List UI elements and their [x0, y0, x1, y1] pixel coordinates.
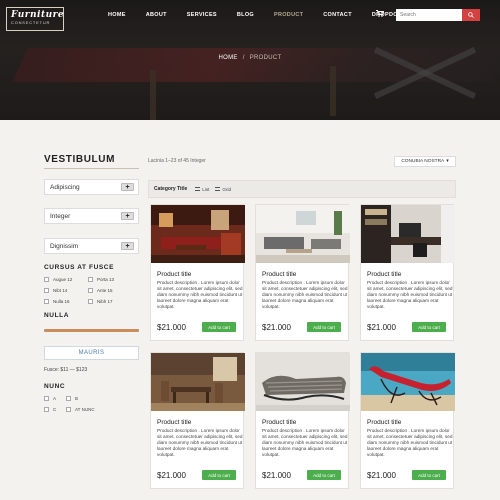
plus-icon[interactable]: +	[121, 242, 134, 250]
accordion-label: Integer	[50, 212, 71, 220]
product-image-office-desk[interactable]	[361, 205, 455, 263]
product-price: $21.000	[157, 471, 186, 480]
checkbox-b[interactable]: B	[66, 396, 126, 401]
hero-banner: Furniture CONSECTETUR HOME ABOUT SERVICE…	[0, 0, 500, 120]
add-to-cart-button[interactable]: Add to cart	[202, 322, 236, 332]
product-title[interactable]: Product title	[157, 271, 191, 278]
chevron-down-icon: ▾	[446, 158, 449, 164]
checkbox-a[interactable]: A	[44, 396, 66, 401]
product-price: $21.000	[367, 323, 396, 332]
sort-label: CONUBIA NOSTRA	[401, 158, 445, 164]
product-card: Product title Product description . Lore…	[150, 204, 245, 341]
product-title[interactable]: Product title	[262, 271, 296, 278]
search-icon	[468, 12, 474, 18]
grid-view-toggle[interactable]: Grid	[215, 187, 231, 192]
accordion-label: Dignissim	[50, 242, 79, 250]
product-image-red-dining-room[interactable]	[151, 205, 245, 263]
checkbox-at-nunc[interactable]: AT NUNC	[66, 407, 126, 412]
list-view-toggle[interactable]: List	[195, 187, 209, 192]
add-to-cart-button[interactable]: Add to cart	[412, 470, 446, 480]
site-logo[interactable]: Furniture CONSECTETUR	[6, 7, 64, 31]
accordion-integer[interactable]: Integer +	[44, 208, 139, 224]
price-range-slider[interactable]	[44, 329, 139, 332]
accordion-dignissim[interactable]: Dignissim +	[44, 238, 139, 254]
product-image-wooden-dining-room[interactable]	[151, 353, 245, 411]
mauris-button[interactable]: MAURIS	[44, 346, 139, 360]
search-input[interactable]	[396, 9, 462, 21]
product-card: Product title Product description . Lore…	[255, 352, 350, 489]
product-title[interactable]: Product title	[157, 419, 191, 426]
plus-icon[interactable]: +	[121, 183, 134, 191]
product-card: Product title Product description . Lore…	[150, 352, 245, 489]
product-card: Product title Product description . Lore…	[360, 352, 455, 489]
price-range-text: Fusce: $11 — $123	[44, 367, 88, 373]
sidebar-title: VESTIBULUM	[44, 154, 139, 169]
product-title[interactable]: Product title	[367, 419, 401, 426]
accordion-label: Adipiscing	[50, 183, 80, 191]
checkbox-nibt[interactable]: Nibt 14	[44, 288, 88, 293]
product-description: Product description . Lorem ipsum dolor …	[157, 428, 243, 457]
search-button[interactable]	[462, 9, 480, 21]
product-image-striped-chaise-longue[interactable]	[256, 353, 350, 411]
category-title: Category Title	[154, 186, 188, 192]
nav-services[interactable]: SERVICES	[187, 12, 217, 18]
nav-product[interactable]: PRODUCT	[274, 12, 303, 18]
checkbox-augue[interactable]: Augue 12	[44, 277, 88, 282]
list-icon	[195, 187, 201, 191]
logo-name: Furniture	[11, 10, 65, 20]
add-to-cart-button[interactable]: Add to cart	[412, 322, 446, 332]
breadcrumb-current: PRODUCT	[249, 55, 282, 61]
breadcrumb-home[interactable]: HOME	[219, 55, 238, 61]
add-to-cart-button[interactable]: Add to cart	[307, 322, 341, 332]
grid-icon	[215, 187, 221, 191]
logo-tagline: CONSECTETUR	[11, 20, 51, 25]
cursus-options: Augue 12 Porta 13 Nibt 14 Ante 15 Nulla …	[44, 277, 139, 310]
checkbox-c[interactable]: C	[44, 407, 66, 412]
product-price: $21.000	[262, 471, 291, 480]
breadcrumb: HOME / PRODUCT	[0, 55, 500, 61]
main-nav: HOME ABOUT SERVICES BLOG PRODUCT CONTACT…	[108, 12, 433, 18]
product-description: Product description . Lorem ipsum dolor …	[157, 280, 243, 309]
product-description: Product description . Lorem ipsum dolor …	[367, 280, 453, 309]
product-description: Product description . Lorem ipsum dolor …	[262, 280, 348, 309]
sort-dropdown[interactable]: CONUBIA NOSTRA ▾	[394, 155, 456, 167]
cursus-title: CURSUS AT FUSCE	[44, 264, 115, 271]
checkbox-ante[interactable]: Ante 15	[88, 288, 132, 293]
accordion-adipiscing[interactable]: Adipiscing +	[44, 179, 139, 195]
checkbox-nulla[interactable]: Nulla 16	[44, 299, 88, 304]
product-image-red-lounge-chair[interactable]	[361, 353, 455, 411]
nunc-options: A B C AT NUNC	[44, 396, 139, 418]
nav-home[interactable]: HOME	[108, 12, 126, 18]
cart-icon[interactable]	[376, 10, 385, 19]
nav-contact[interactable]: CONTACT	[323, 12, 352, 18]
search-box	[396, 9, 480, 21]
product-image-grey-living-room[interactable]	[256, 205, 350, 263]
plus-icon[interactable]: +	[121, 212, 134, 220]
product-title[interactable]: Product title	[367, 271, 401, 278]
product-description: Product description . Lorem ipsum dolor …	[262, 428, 348, 457]
breadcrumb-separator: /	[242, 55, 245, 61]
view-toolbar: Category Title List Grid	[148, 180, 456, 198]
add-to-cart-button[interactable]: Add to cart	[202, 470, 236, 480]
nulla-title: NULLA	[44, 312, 70, 319]
result-count: Lacinia 1–23 of 45 Integer	[148, 158, 206, 164]
nunc-title: NUNC	[44, 383, 66, 390]
product-title[interactable]: Product title	[262, 419, 296, 426]
nav-blog[interactable]: BLOG	[237, 12, 254, 18]
add-to-cart-button[interactable]: Add to cart	[307, 470, 341, 480]
product-card: Product title Product description . Lore…	[360, 204, 455, 341]
checkbox-nibh[interactable]: Nibh 17	[88, 299, 132, 304]
checkbox-porta[interactable]: Porta 13	[88, 277, 132, 282]
product-card: Product title Product description . Lore…	[255, 204, 350, 341]
product-price: $21.000	[157, 323, 186, 332]
product-price: $21.000	[262, 323, 291, 332]
product-price: $21.000	[367, 471, 396, 480]
filter-sidebar: VESTIBULUM Adipiscing + Integer + Dignis…	[44, 154, 139, 418]
product-description: Product description . Lorem ipsum dolor …	[367, 428, 453, 457]
product-listing: Lacinia 1–23 of 45 Integer CONUBIA NOSTR…	[148, 154, 456, 489]
nav-about[interactable]: ABOUT	[146, 12, 167, 18]
